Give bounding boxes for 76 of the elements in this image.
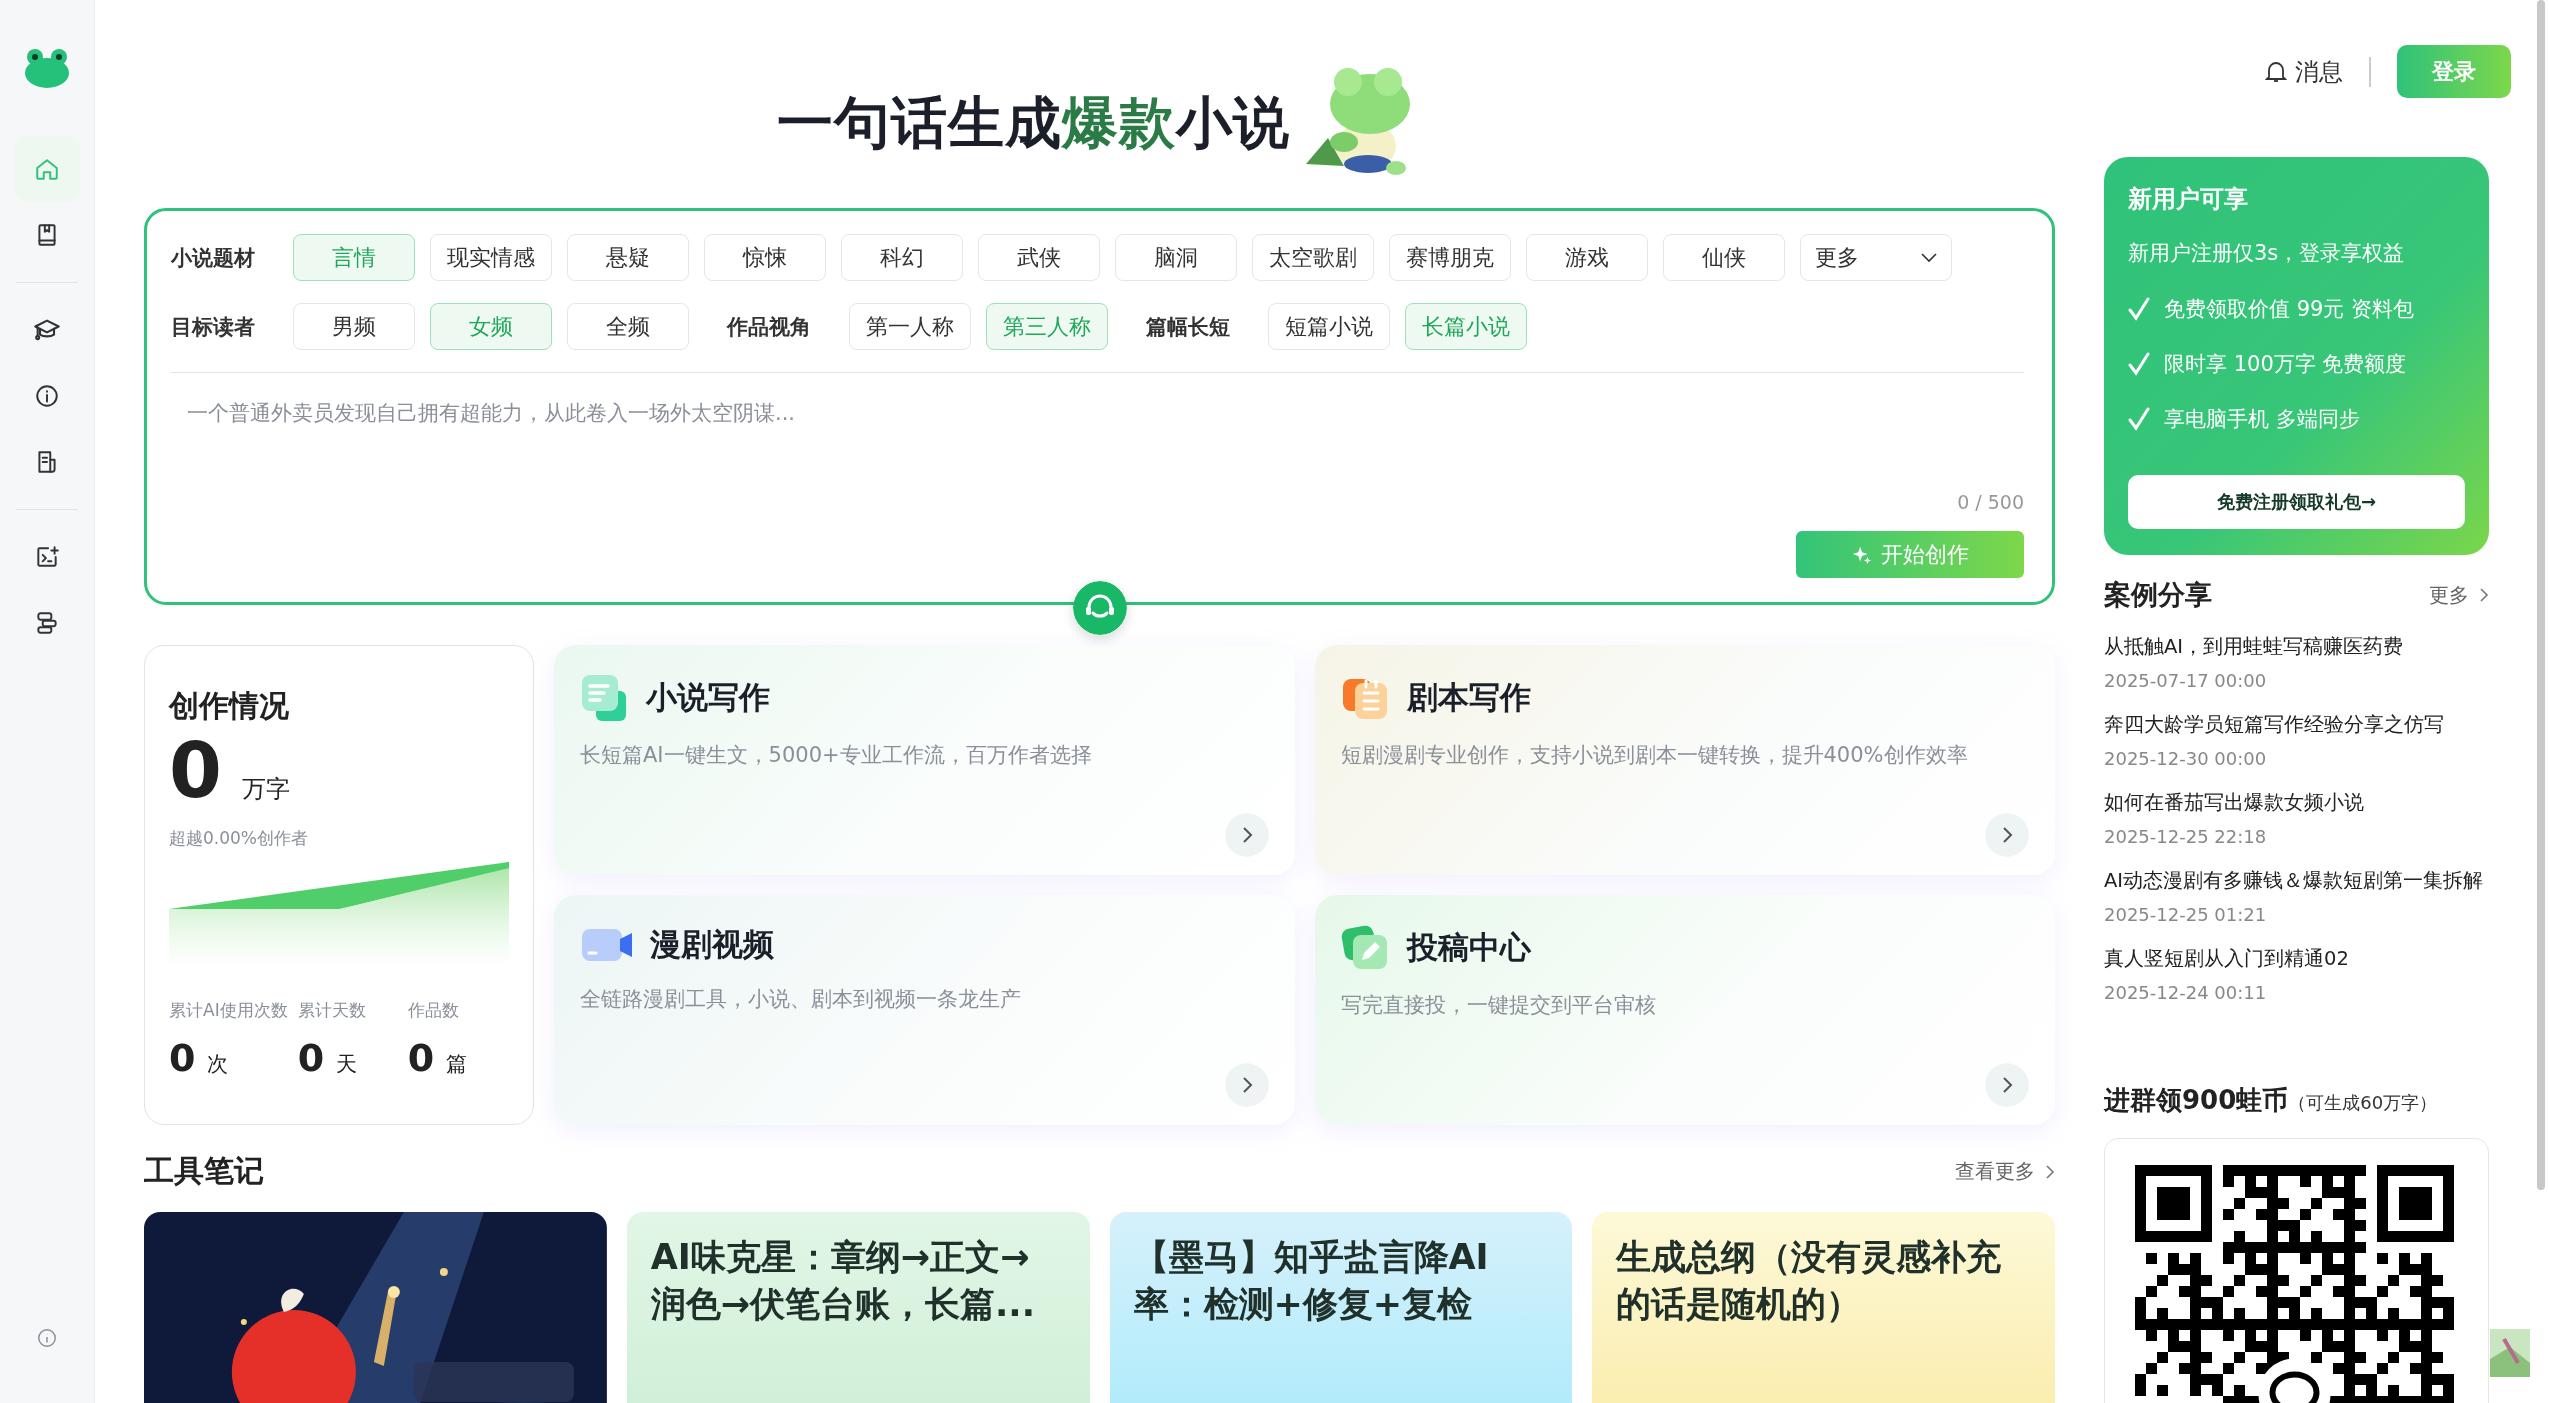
more-link[interactable]: 查看更多 <box>1955 1158 2055 1185</box>
case-link[interactable]: 奔四大龄学员短篇写作经验分享之仿写 <box>2104 711 2489 738</box>
feature-description: 写完直接投，一键提交到平台审核 <box>1340 992 1657 1019</box>
character-counter: 0 / 500 <box>1956 491 2024 513</box>
filter-tag[interactable]: 游戏 <box>1526 234 1648 281</box>
filter-tag[interactable]: 赛博朋克 <box>1389 234 1511 281</box>
feature-description: 短剧漫剧专业创作，支持小说到剧本一键转换，提升400%创作效率 <box>1340 742 1969 769</box>
messages-link[interactable]: 消息 <box>2265 55 2343 88</box>
feature-card[interactable]: 漫剧视频 全链路漫剧工具，小说、剧本到视频一条龙生产 <box>554 895 1295 1125</box>
filter-tag[interactable]: 科幻 <box>841 234 963 281</box>
case-link[interactable]: 真人竖短剧从入门到精通02 <box>2104 945 2489 972</box>
card-title: 创作情况 <box>169 687 290 725</box>
metric-value: 0 <box>169 1036 196 1080</box>
filter-label: 篇幅长短 <box>1146 313 1230 341</box>
stat-unit: 万字 <box>241 774 290 805</box>
filter-tag[interactable]: 太空歌剧 <box>1252 234 1374 281</box>
case-link[interactable]: AI动态漫剧有多赚钱＆爆款短剧第一集拆解 <box>2104 867 2489 894</box>
promo-title: 新用户可享 <box>2128 184 2249 215</box>
filter-tag[interactable]: 武侠 <box>978 234 1100 281</box>
metric-label: 累计天数 <box>297 999 367 1022</box>
note-card[interactable]: 生成总纲（没有灵感补充的话是随机的） <box>1592 1212 2055 1403</box>
metric-unit: 天 <box>336 1051 358 1078</box>
filter-label: 目标读者 <box>171 313 255 341</box>
group-note: （可生成60万字） <box>2288 1091 2438 1115</box>
case-date: 2025-12-25 22:18 <box>2104 826 2268 847</box>
feature-card[interactable]: 剧本写作 短剧漫剧专业创作，支持小说到剧本一键转换，提升400%创作效率 <box>1314 645 2055 875</box>
case-date: 2025-12-25 01:21 <box>2104 904 2268 925</box>
stat-note: 超越0.00%创作者 <box>169 827 309 850</box>
stat-value: 0 <box>169 733 222 809</box>
feature-title: 小说写作 <box>646 678 770 717</box>
feature-card[interactable]: 投稿中心 写完直接投，一键提交到平台审核 <box>1314 895 2055 1125</box>
note-card[interactable]: AI味克星：章纲→正文→润色→伏笔台账，长篇... <box>626 1212 1090 1403</box>
prompt-card[interactable]: 小说题材 言情 现实情感 悬疑 惊悚 科幻 武侠 脑洞 太空歌剧 赛博朋克 游戏 仙侠 更多 目标读者 男频 女频 全频 作品视角 第一人称 第三人称 篇幅长短 短篇小说 长篇小说 一个普通外卖员发现自己拥有超能力，从此卷入一场外太空阴谋... 0 / 500 开始创作 <box>144 208 2055 605</box>
note-title: 生成总纲（没有灵感补充的话是随机的） <box>1614 1236 2003 1327</box>
filter-tag[interactable]: 全频 <box>567 303 689 350</box>
filter-tag[interactable]: 惊悚 <box>704 234 826 281</box>
filter-tag[interactable]: 仙侠 <box>1663 234 1785 281</box>
feature-title: 剧本写作 <box>1406 678 1531 717</box>
note-card[interactable]: 【墨马】知乎盐言降AI率：检测+修复+复检 <box>1109 1212 1573 1403</box>
filter-tag[interactable]: 第一人称 <box>849 303 971 350</box>
page-title: 一句话生成爆款小说 <box>777 89 1290 157</box>
filter-label: 小说题材 <box>171 244 255 272</box>
case-link[interactable]: 从抵触AI，到用蛙蛙写稿赚医药费 <box>2104 633 2489 660</box>
filter-tag[interactable]: 脑洞 <box>1115 234 1237 281</box>
filter-tag[interactable]: 悬疑 <box>567 234 689 281</box>
metric-unit: 篇 <box>446 1051 468 1078</box>
filter-tag[interactable]: 现实情感 <box>430 234 552 281</box>
more-link[interactable]: 更多 <box>2429 581 2489 609</box>
register-button[interactable]: 免费注册领取礼包→ <box>2128 475 2465 529</box>
case-date: 2025-12-30 00:00 <box>2104 748 2268 769</box>
metric-unit: 次 <box>207 1051 229 1078</box>
case-date: 2025-12-24 00:11 <box>2104 982 2268 1003</box>
perk-text: 免费领取价值 99元 资料包 <box>2164 296 2415 323</box>
feature-description: 全链路漫剧工具，小说、剧本到视频一条龙生产 <box>580 986 1022 1013</box>
section-title: 工具笔记 <box>144 1152 264 1190</box>
feature-title: 漫剧视频 <box>650 925 774 964</box>
case-link[interactable]: 如何在番茄写出爆款女频小说 <box>2104 789 2489 816</box>
metric-label: 累计AI使用次数 <box>169 999 288 1022</box>
perk-text: 限时享 100万字 免费额度 <box>2164 351 2407 378</box>
section-title: 案例分享 <box>2104 578 2212 612</box>
filter-tag[interactable]: 男频 <box>293 303 415 350</box>
feature-title: 投稿中心 <box>1406 928 1531 967</box>
section-title: 进群领900蛙币 <box>2104 1084 2289 1117</box>
note-title: AI味克星：章纲→正文→润色→伏笔台账，长篇... <box>649 1236 1036 1327</box>
metric-label: 作品数 <box>407 999 460 1022</box>
feature-card[interactable]: 小说写作 长短篇AI一键生文，5000+专业工作流，百万作者选择 <box>554 645 1295 875</box>
metric-value: 0 <box>297 1036 325 1080</box>
promo-subtitle: 新用户注册仅3s，登录享权益 <box>2128 240 2406 267</box>
case-date: 2025-07-17 00:00 <box>2104 670 2268 691</box>
note-title: 【墨马】知乎盐言降AI率：检测+修复+复检 <box>1132 1236 1490 1327</box>
perk-text: 享电脑手机 多端同步 <box>2164 406 2360 433</box>
metric-value: 0 <box>407 1036 435 1080</box>
filter-label: 作品视角 <box>727 313 811 341</box>
more-dropdown[interactable]: 更多 <box>1800 234 1952 281</box>
filter-tag[interactable]: 短篇小说 <box>1268 303 1390 350</box>
feature-description: 长短篇AI一键生文，5000+专业工作流，百万作者选择 <box>580 742 1093 769</box>
